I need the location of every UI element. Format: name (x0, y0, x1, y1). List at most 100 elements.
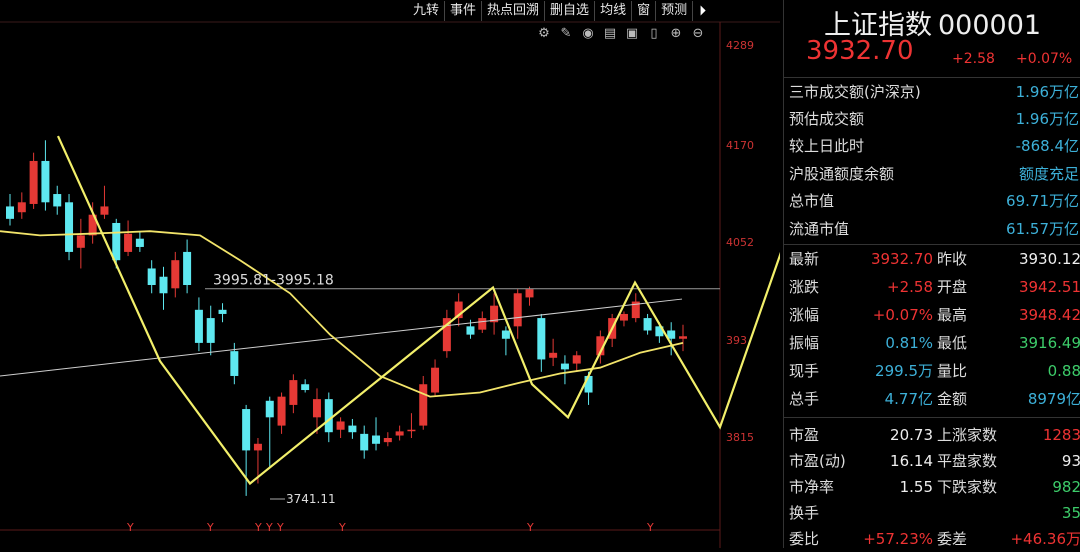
pen-icon[interactable]: ✎ (558, 26, 574, 41)
quote-value: 3942.51 (1018, 278, 1080, 296)
quote-label: 最高 (937, 306, 968, 324)
candle-body (277, 396, 286, 426)
quote-value: 3932.70 (870, 250, 933, 268)
stat-label: 预估成交额 (789, 110, 865, 128)
price-change: +2.58 (952, 51, 995, 67)
quote-row: 最新 3932.70 昨收 3930.12 (789, 246, 1080, 272)
index-code: 000001 (938, 10, 1042, 41)
quote-row: 总手 4.77亿 金额 8979亿 (789, 386, 1080, 412)
toolbar-forecast-button[interactable]: 预测 (656, 1, 694, 21)
stat-value: 额度充足 (1018, 165, 1079, 183)
quote-row: 涨幅 +0.07% 最高 3948.42 (789, 302, 1080, 328)
quote-label: 市盈(动) (789, 452, 846, 470)
candle-body (301, 384, 310, 391)
lock-icon[interactable]: ▯ (646, 26, 662, 41)
candle-body (360, 433, 369, 451)
candle-body (253, 443, 262, 451)
candle-body (124, 233, 133, 252)
candle-body (147, 268, 156, 286)
candle-body (6, 206, 14, 219)
candle-body (549, 352, 558, 358)
quote-value: 3948.42 (1018, 306, 1080, 324)
toolbar-hotspot-replay-button[interactable]: 热点回溯 (482, 1, 546, 21)
quote-label: 涨幅 (789, 306, 820, 324)
trash-icon[interactable]: ▤ (602, 26, 618, 41)
y-axis-tick: 3815 (726, 431, 754, 444)
candle-body (135, 238, 144, 247)
toolbar-events-button[interactable]: 事件 (445, 1, 483, 21)
candle-body (431, 367, 440, 393)
quote-label: 金额 (937, 390, 968, 408)
stat-value: -868.4亿 (1015, 137, 1079, 155)
y-axis-tick: 4289 (726, 39, 754, 52)
quote-row: 涨跌 +2.58 开盘 3942.51 (789, 274, 1080, 300)
stat-label: 较上日此时 (789, 137, 865, 155)
candle-body (419, 384, 428, 426)
toolbar-moving-average-button[interactable]: 均线 (595, 1, 633, 21)
toolbar-window-button[interactable]: 窗 (632, 1, 657, 21)
candle-body (183, 251, 192, 286)
quote-value: 16.14 (890, 452, 933, 470)
gift-icon[interactable]: ▣ (624, 26, 640, 41)
quote-value: 0.88 (1047, 362, 1080, 380)
candle-body (372, 435, 381, 444)
quote-label: 上涨家数 (937, 426, 998, 444)
quote-value: +2.58 (887, 278, 933, 296)
candle-body (312, 399, 321, 418)
quote-value: 982 (1052, 478, 1080, 496)
signal-marker: Y (265, 521, 273, 534)
quote-row: 现手 299.5万 量比 0.88 (789, 358, 1080, 384)
divider (784, 77, 1080, 78)
quote-label: 市盈 (789, 426, 820, 444)
signal-marker: Y (254, 521, 262, 534)
quote-label: 市净率 (789, 478, 835, 496)
gear-icon[interactable]: ⚙ (536, 26, 552, 41)
divider (784, 417, 1080, 418)
candle-body (65, 202, 74, 252)
quote-value: 299.5万 (875, 362, 933, 380)
candle-body (218, 309, 227, 314)
low-label: 3741.11 (286, 492, 336, 506)
quote-value: 8979亿 (1027, 390, 1080, 408)
quote-label: 振幅 (789, 334, 820, 352)
signal-marker: Y (276, 521, 284, 534)
quote-label: 委差 (937, 530, 968, 548)
quote-value: +57.23% (863, 530, 933, 548)
candle-body (171, 260, 180, 289)
candle-body (348, 425, 357, 433)
toolbar-jiuzhuan-button[interactable]: 九转 (408, 1, 446, 21)
candle-body (537, 318, 546, 360)
moving-average-line (0, 230, 684, 398)
candle-body (643, 318, 652, 331)
candle-body (230, 351, 239, 376)
quote-label: 下跌家数 (937, 478, 998, 496)
toolbar-remove-watchlist-button[interactable]: 删自选 (545, 1, 596, 21)
price-change-percent: +0.07% (1016, 51, 1073, 67)
stat-value: 69.71万亿 (1006, 192, 1079, 210)
stat-label: 总市值 (789, 192, 835, 210)
quote-label: 开盘 (937, 278, 968, 296)
zoom-in-icon[interactable]: ⊕ (668, 26, 684, 41)
quote-value: 4.77亿 (884, 390, 933, 408)
quote-label: 最低 (937, 334, 968, 352)
quote-label: 最新 (789, 250, 820, 268)
collapse-arrow-icon[interactable]: ⏵ (693, 3, 712, 19)
quote-value: 1283 (1042, 426, 1080, 444)
quote-label: 平盘家数 (937, 452, 998, 470)
quote-row: 市盈(动) 16.14 平盘家数 93 (789, 448, 1080, 474)
eye-icon[interactable]: ◉ (580, 26, 596, 41)
candle-body (265, 400, 274, 418)
quote-row: 市净率 1.55 下跌家数 982 (789, 474, 1080, 500)
y-axis-tick: 4052 (726, 236, 754, 249)
candle-body (525, 289, 534, 298)
candle-body (584, 375, 593, 393)
stat-row: 三市成交额(沪深京) 1.96万亿 (789, 79, 1079, 105)
candle-body (560, 363, 569, 370)
zoom-out-icon[interactable]: ⊖ (690, 26, 706, 41)
quote-label: 委比 (789, 530, 820, 548)
candle-body (478, 318, 487, 330)
candle-body (679, 336, 687, 339)
candlestick-chart[interactable]: 3995.81-3995.183741.11Y Y Y Y Y Y Y Y (0, 0, 780, 548)
quote-row: 换手 35 (789, 500, 1080, 526)
candle-body (572, 355, 581, 364)
